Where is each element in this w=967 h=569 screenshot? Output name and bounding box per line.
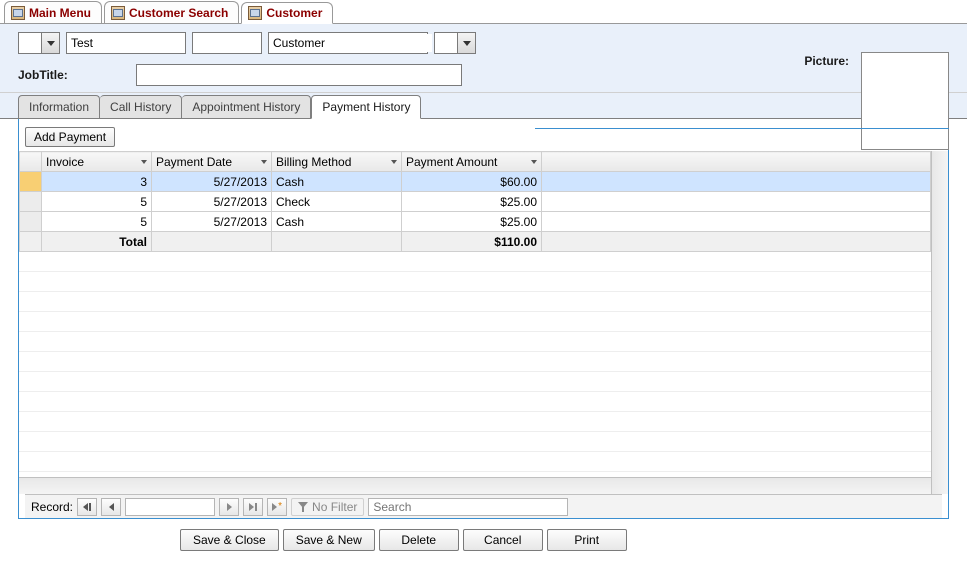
- tab-label: Main Menu: [29, 6, 91, 20]
- nav-next-button[interactable]: [219, 498, 239, 516]
- form-footer-buttons: Save & Close Save & New Delete Cancel Pr…: [0, 519, 967, 551]
- table-row[interactable]: 5 5/27/2013 Check $25.00: [20, 192, 931, 212]
- suffix-combo[interactable]: [434, 32, 476, 54]
- save-close-button[interactable]: Save & Close: [180, 529, 279, 551]
- chevron-down-icon: [463, 41, 471, 46]
- sort-icon: [261, 160, 267, 164]
- table-row[interactable]: 3 5/27/2013 Cash $60.00: [20, 172, 931, 192]
- cell-amount[interactable]: $60.00: [402, 172, 542, 192]
- title-combo[interactable]: [18, 32, 60, 54]
- tab-information[interactable]: Information: [18, 95, 100, 118]
- table-row[interactable]: 5 5/27/2013 Cash $25.00: [20, 212, 931, 232]
- horizontal-scrollbar[interactable]: [19, 477, 931, 494]
- nav-prev-button[interactable]: [101, 498, 121, 516]
- last-name-combo[interactable]: [268, 32, 428, 54]
- col-invoice[interactable]: Invoice: [42, 152, 152, 172]
- job-title-label: JobTitle:: [18, 68, 68, 82]
- job-title-field[interactable]: [136, 64, 462, 86]
- dropdown-button[interactable]: [457, 33, 475, 53]
- dropdown-button[interactable]: [41, 33, 59, 53]
- payment-history-panel: Add Payment Invoice Payment Date Billing…: [18, 119, 949, 519]
- print-button[interactable]: Print: [547, 529, 627, 551]
- cell-method[interactable]: Cash: [272, 212, 402, 232]
- record-number-field[interactable]: [125, 498, 215, 516]
- cell-date[interactable]: 5/27/2013: [152, 192, 272, 212]
- picture-box[interactable]: [861, 52, 949, 150]
- cell-total-label: Total: [42, 232, 152, 252]
- document-tabs: Main Menu Customer Search Customer: [0, 0, 967, 24]
- last-name-field[interactable]: [269, 34, 432, 52]
- cell-date[interactable]: 5/27/2013: [152, 212, 272, 232]
- grid-empty-area: [19, 252, 931, 477]
- form-icon: [11, 6, 25, 20]
- nav-first-button[interactable]: [77, 498, 97, 516]
- payments-grid: Invoice Payment Date Billing Method Paym…: [19, 151, 931, 494]
- sort-icon: [391, 160, 397, 164]
- add-payment-button[interactable]: Add Payment: [25, 127, 115, 147]
- cell-method[interactable]: Check: [272, 192, 402, 212]
- cell-method[interactable]: Cash: [272, 172, 402, 192]
- customer-header: JobTitle: Picture:: [0, 24, 967, 93]
- delete-button[interactable]: Delete: [379, 529, 459, 551]
- tab-payment-history[interactable]: Payment History: [311, 95, 421, 119]
- vertical-scrollbar[interactable]: [931, 151, 948, 494]
- cancel-button[interactable]: Cancel: [463, 529, 543, 551]
- row-selector[interactable]: [20, 172, 42, 192]
- form-icon: [111, 6, 125, 20]
- funnel-icon: [298, 502, 308, 512]
- tab-label: Customer Search: [129, 6, 228, 20]
- col-payment-date[interactable]: Payment Date: [152, 152, 272, 172]
- form-icon: [248, 6, 262, 20]
- row-selector[interactable]: [20, 192, 42, 212]
- sort-icon: [141, 160, 147, 164]
- picture-label: Picture:: [804, 52, 849, 150]
- record-navigator: Record: No Filter: [25, 494, 942, 518]
- record-search-input[interactable]: [368, 498, 568, 516]
- cell-amount[interactable]: $25.00: [402, 212, 542, 232]
- nav-new-button[interactable]: [267, 498, 287, 516]
- record-label: Record:: [31, 500, 73, 514]
- filter-indicator[interactable]: No Filter: [291, 498, 364, 516]
- row-selector: [20, 232, 42, 252]
- row-selector[interactable]: [20, 212, 42, 232]
- cell-invoice[interactable]: 3: [42, 172, 152, 192]
- chevron-down-icon: [47, 41, 55, 46]
- middle-name-field[interactable]: [192, 32, 262, 54]
- tab-label: Customer: [266, 6, 322, 20]
- col-blank: [542, 152, 931, 172]
- sort-icon: [531, 160, 537, 164]
- save-new-button[interactable]: Save & New: [283, 529, 375, 551]
- col-billing-method[interactable]: Billing Method: [272, 152, 402, 172]
- cell-date[interactable]: 5/27/2013: [152, 172, 272, 192]
- grid-header-row: Invoice Payment Date Billing Method Paym…: [20, 152, 931, 172]
- first-name-field[interactable]: [66, 32, 186, 54]
- select-all-corner[interactable]: [20, 152, 42, 172]
- tab-call-history[interactable]: Call History: [100, 95, 182, 118]
- col-payment-amount[interactable]: Payment Amount: [402, 152, 542, 172]
- tab-main-menu[interactable]: Main Menu: [4, 1, 102, 23]
- table-total-row: Total $110.00: [20, 232, 931, 252]
- tab-customer-search[interactable]: Customer Search: [104, 1, 239, 23]
- divider: [535, 128, 949, 129]
- picture-area: Picture:: [804, 52, 949, 150]
- nav-last-button[interactable]: [243, 498, 263, 516]
- tab-appointment-history[interactable]: Appointment History: [182, 95, 311, 118]
- cell-invoice[interactable]: 5: [42, 192, 152, 212]
- cell-amount[interactable]: $25.00: [402, 192, 542, 212]
- tab-customer[interactable]: Customer: [241, 2, 333, 24]
- cell-invoice[interactable]: 5: [42, 212, 152, 232]
- cell-total-amount: $110.00: [402, 232, 542, 252]
